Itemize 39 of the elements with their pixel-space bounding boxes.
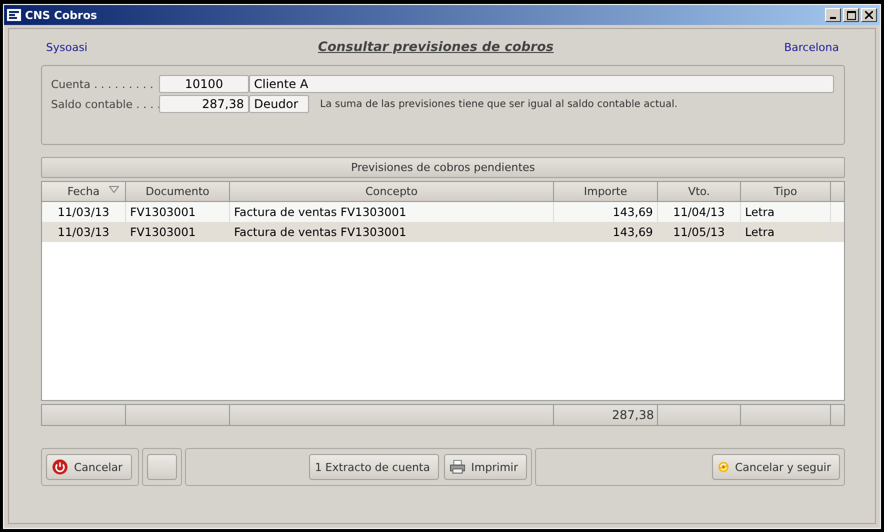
total-filler — [831, 405, 844, 425]
account-name-field[interactable]: Cliente A — [249, 75, 834, 93]
account-statement-button[interactable]: 1 Extracto de cuenta — [308, 454, 439, 480]
account-code-field[interactable]: 10100 — [159, 75, 249, 93]
column-header[interactable]: Concepto — [230, 182, 554, 202]
total-cell: 287,38 — [554, 405, 658, 425]
close-icon — [865, 11, 873, 19]
print-button[interactable]: Imprimir — [444, 454, 527, 480]
company-name: Sysoasi — [46, 40, 88, 54]
table-caption: Previsiones de cobros pendientes — [41, 157, 845, 178]
table-cell: 11/03/13 — [42, 222, 126, 242]
cancel-continue-button[interactable]: Cancelar y seguir — [712, 454, 840, 480]
city-name: Barcelona — [784, 40, 839, 54]
column-header[interactable]: Documento — [126, 182, 230, 202]
column-header[interactable]: Fecha — [42, 182, 126, 202]
printer-icon — [450, 460, 466, 474]
cancel-button[interactable]: Cancelar — [46, 454, 132, 480]
balance-field[interactable]: 287,38 — [159, 95, 249, 113]
table-cell: Letra — [741, 222, 831, 242]
power-icon — [52, 459, 68, 475]
column-header[interactable]: Importe — [554, 182, 658, 202]
column-header[interactable]: Vto. — [658, 182, 741, 202]
page-title: Consultar previsiones de cobros — [318, 40, 554, 54]
field-label: Cuenta . . . . . . . . . — [51, 78, 154, 90]
column-header[interactable]: Tipo — [741, 182, 831, 202]
sort-icon — [109, 186, 119, 193]
maximize-icon — [846, 10, 856, 20]
maximize-button[interactable] — [843, 8, 859, 22]
table-cell: Factura de ventas FV1303001 — [230, 222, 554, 242]
table-cell: FV1303001 — [126, 222, 230, 242]
app-icon — [7, 9, 21, 21]
table-cell: 11/05/13 — [658, 222, 741, 242]
balance-type-field[interactable]: Deudor — [249, 95, 309, 113]
close-button[interactable] — [861, 8, 877, 22]
note-text: La suma de las previsiones tiene que ser igual al saldo contable actual. — [320, 98, 678, 110]
refresh-icon — [718, 459, 729, 475]
minimize-button[interactable] — [825, 8, 841, 22]
window-title: CNS Cobros — [25, 8, 98, 22]
table-cell: 143,69 — [554, 222, 658, 242]
